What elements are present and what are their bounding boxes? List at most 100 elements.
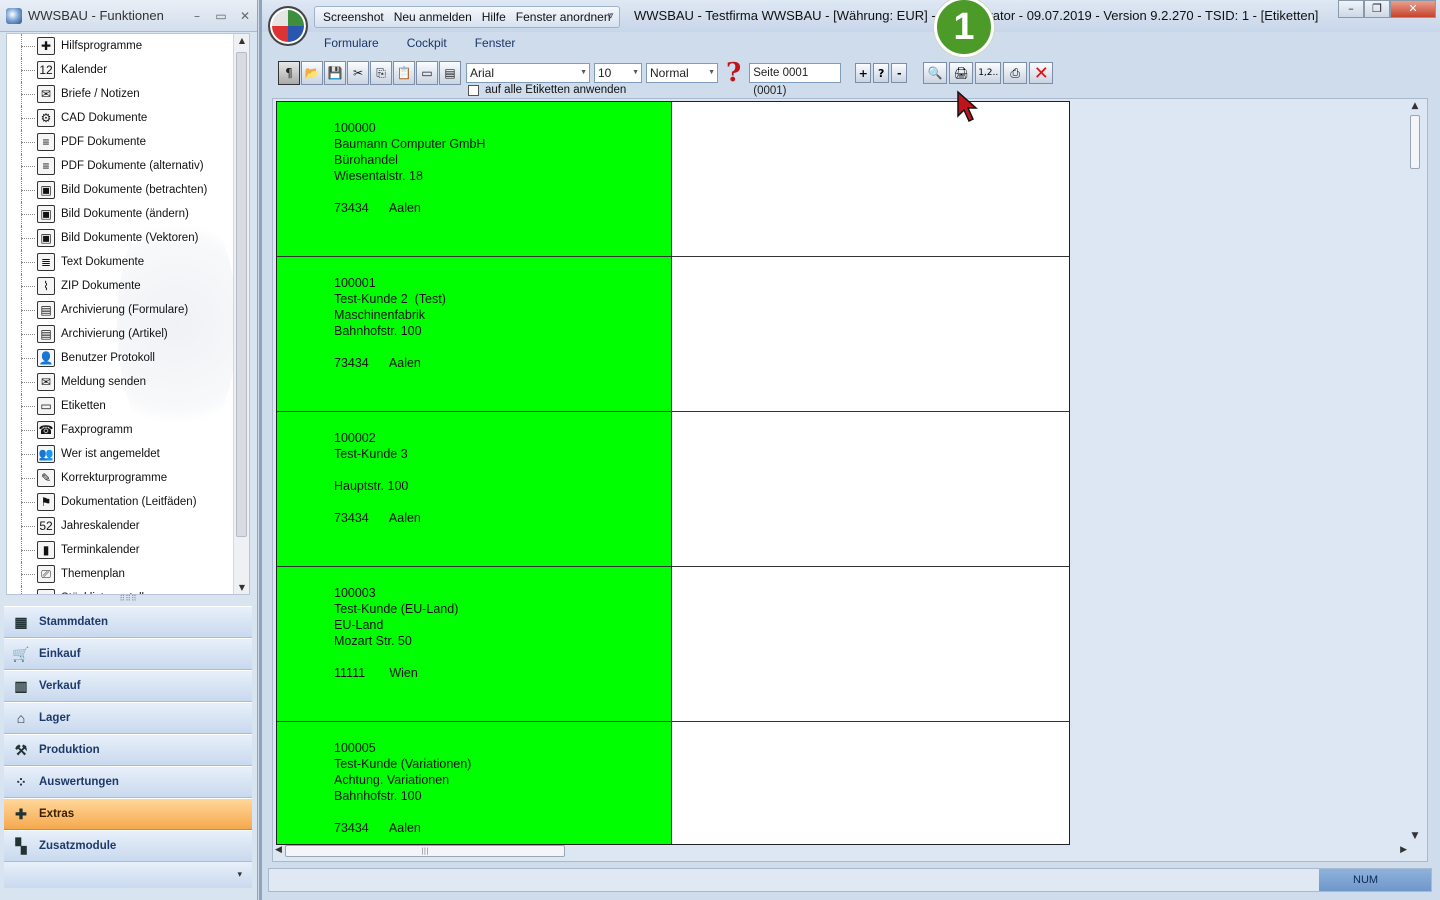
address-label[interactable]: 100002 Test-Kunde 3 Hauptstr. 100 73434 Aal… xyxy=(277,412,672,566)
tree-item[interactable]: 👥 Wer ist angemeldet xyxy=(7,442,233,466)
nav-extras[interactable]: ✚ Extras xyxy=(4,798,252,830)
minimize-button[interactable]: – xyxy=(185,9,209,23)
main-close-button[interactable]: ✕ xyxy=(1390,0,1436,18)
tree-item[interactable]: ▮ Terminkalender xyxy=(7,538,233,562)
main-minimize-button[interactable]: – xyxy=(1338,0,1364,18)
cut-icon[interactable]: ✂ xyxy=(347,61,369,85)
horizontal-scroll-thumb[interactable]: ||| xyxy=(285,845,565,857)
page-query-button[interactable]: ? xyxy=(873,63,890,83)
empty-label[interactable] xyxy=(673,257,1069,411)
panel-splitter[interactable]: ⠿⠿⠿ xyxy=(6,595,250,604)
calendar-icon: 12 xyxy=(37,61,55,79)
scroll-up-icon[interactable]: ▲ xyxy=(1407,101,1423,111)
tree-item[interactable]: ≡ PDF Dokumente xyxy=(7,130,233,154)
address-label[interactable]: 100005 Test-Kunde (Variationen) Achtung. V… xyxy=(277,722,672,844)
scroll-left-icon[interactable]: ◀ xyxy=(275,845,282,855)
maximize-button[interactable]: ▭ xyxy=(209,9,233,23)
label-row: 100005 Test-Kunde (Variationen) Achtung. V… xyxy=(277,722,1069,844)
empty-label[interactable] xyxy=(673,102,1069,256)
address-label[interactable]: 100003 Test-Kunde (EU-Land) EU-Land Mozart … xyxy=(277,567,672,721)
nav-auswertungen[interactable]: ⁘ Auswertungen xyxy=(4,766,252,798)
menu-fenster[interactable]: Fenster xyxy=(475,36,516,50)
tree-item[interactable]: ▭ Etiketten xyxy=(7,394,233,418)
label-toolbar: ¶ 📂 💾 ✂ ⎘ 📋 ▭ ▤ Arial ▼ 10 ▼ Normal ▼ ? … xyxy=(278,60,1055,97)
empty-label[interactable] xyxy=(673,412,1069,566)
quick-arrange-windows[interactable]: Fenster anordnen xyxy=(516,10,611,24)
nav-produktion[interactable]: ⚒ Produktion xyxy=(4,734,252,766)
menu-formulare[interactable]: Formulare xyxy=(324,36,379,50)
tree-item[interactable]: ▤ Archivierung (Formulare) xyxy=(7,298,233,322)
menu-cockpit[interactable]: Cockpit xyxy=(407,36,447,50)
tree-item[interactable]: ✚ Hilfsprogramme xyxy=(7,34,233,58)
tree-item[interactable]: ✉ Meldung senden xyxy=(7,370,233,394)
address-line: 100002 xyxy=(334,431,376,445)
font-size-select[interactable]: 10 ▼ xyxy=(594,63,642,83)
tree-item[interactable]: 👤 Benutzer Protokoll xyxy=(7,346,233,370)
tree-item[interactable]: ▣ Bild Dokumente (betrachten) xyxy=(7,178,233,202)
tree-item[interactable]: ✎ Korrekturprogramme xyxy=(7,466,233,490)
tree-scrollbar[interactable]: ▲ ▼ xyxy=(233,34,249,594)
page-add-button[interactable]: + xyxy=(855,63,872,83)
nav-zusatzmodule[interactable]: ▚ Zusatzmodule xyxy=(4,830,252,862)
quick-screenshot[interactable]: Screenshot xyxy=(323,10,384,24)
save-icon[interactable]: 💾 xyxy=(324,61,346,85)
tree-item[interactable]: ⎚ Themenplan xyxy=(7,562,233,586)
tree-item[interactable]: 12 Kalender xyxy=(7,58,233,82)
empty-label[interactable] xyxy=(673,567,1069,721)
help-question-icon[interactable]: ? xyxy=(726,60,741,86)
paste-icon[interactable]: 📋 xyxy=(393,61,415,85)
empty-label[interactable] xyxy=(673,722,1069,844)
print-preview-icon[interactable]: 🔍 xyxy=(923,62,948,84)
page-remove-button[interactable]: - xyxy=(891,63,908,83)
document-horizontal-scrollbar[interactable]: ◀ ||| ▶ xyxy=(273,843,1413,859)
close-x-icon[interactable]: ✕ xyxy=(1029,62,1054,84)
nav-lager[interactable]: ⌂ Lager xyxy=(4,702,252,734)
nav-stammdaten[interactable]: ▦ Stammdaten xyxy=(4,606,252,638)
copy-icon[interactable]: ⎘ xyxy=(370,61,392,85)
tree-item[interactable]: ⚑ Dokumentation (Leitfäden) xyxy=(7,490,233,514)
main-restore-button[interactable]: ❐ xyxy=(1364,0,1390,18)
close-button[interactable]: ✕ xyxy=(233,9,257,23)
address-line: 73434 Aalen xyxy=(334,821,421,835)
address-line xyxy=(334,494,671,510)
checkbox-box[interactable] xyxy=(468,84,479,96)
address-label[interactable]: 100001 Test-Kunde 2 (Test) Maschinenfabrik… xyxy=(277,257,672,411)
nav-einkauf[interactable]: 🛒 Einkauf xyxy=(4,638,252,670)
quick-relogin[interactable]: Neu anmelden xyxy=(394,10,472,24)
address-label[interactable]: 100000 Baumann Computer GmbH Bürohandel Wie… xyxy=(277,102,672,256)
open-folder-icon[interactable]: 📂 xyxy=(301,61,323,85)
scroll-down-icon[interactable]: ▼ xyxy=(1407,831,1423,841)
tree-item[interactable]: ▣ Bild Dokumente (ändern) xyxy=(7,202,233,226)
font-name-select[interactable]: Arial ▼ xyxy=(466,63,590,83)
page-copy-icon[interactable]: ⎙ xyxy=(1003,62,1028,84)
scroll-right-icon[interactable]: ▶ xyxy=(1400,845,1407,855)
tree-item[interactable]: ✉ Briefe / Notizen xyxy=(7,82,233,106)
font-style-select[interactable]: Normal ▼ xyxy=(646,63,718,83)
quick-access-dropdown-icon[interactable]: ⩔ xyxy=(608,10,614,21)
nav-verkauf[interactable]: ▥ Verkauf xyxy=(4,670,252,702)
tree-item[interactable]: ≡ PDF Dokumente (alternativ) xyxy=(7,154,233,178)
apply-all-checkbox[interactable]: auf alle Etiketten anwenden xyxy=(468,84,626,96)
tree-item[interactable]: ≣ Text Dokumente xyxy=(7,250,233,274)
scroll-down-icon[interactable]: ▼ xyxy=(234,583,249,592)
tree-item[interactable]: ▤ Archivierung (Artikel) xyxy=(7,322,233,346)
scroll-up-icon[interactable]: ▲ xyxy=(234,36,249,45)
vertical-scroll-thumb[interactable] xyxy=(1410,115,1420,169)
tree-item[interactable]: ⌇ ZIP Dokumente xyxy=(7,274,233,298)
format-paint-button[interactable]: ¶ xyxy=(278,61,300,85)
nav-overflow-button[interactable]: ▾ xyxy=(4,862,252,888)
tree-item[interactable]: 52 Jahreskalender xyxy=(7,514,233,538)
extras-icon: ✚ xyxy=(15,805,27,822)
print-icon[interactable]: 🖨 xyxy=(949,62,974,84)
quick-help[interactable]: Hilfe xyxy=(482,10,506,24)
master-data-icon: ▦ xyxy=(14,613,28,630)
tree-item[interactable]: ☎ Faxprogramm xyxy=(7,418,233,442)
insert-field-icon[interactable]: ▭ xyxy=(416,61,438,85)
tree-item[interactable]: ▣ Bild Dokumente (Vektoren) xyxy=(7,226,233,250)
numbering-button[interactable]: 1,2.. xyxy=(975,62,1002,84)
document-vertical-scrollbar[interactable]: ▲ ▼ xyxy=(1407,99,1423,843)
tree-scroll-thumb[interactable] xyxy=(236,52,247,537)
layout-icon[interactable]: ▤ xyxy=(439,61,461,85)
app-logo[interactable] xyxy=(268,6,308,46)
tree-item[interactable]: ⚙ CAD Dokumente xyxy=(7,106,233,130)
